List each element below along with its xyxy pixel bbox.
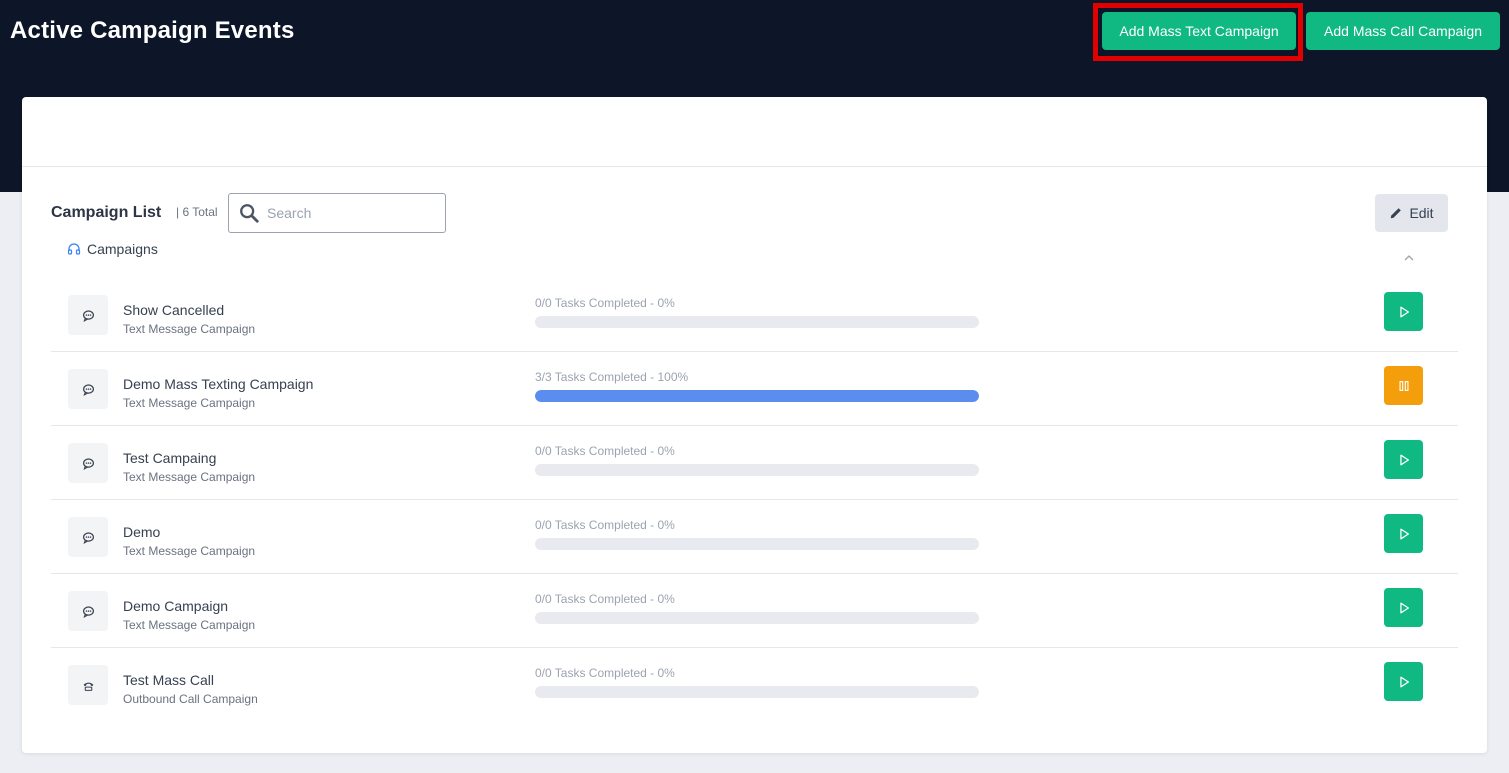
play-button[interactable] <box>1384 514 1423 553</box>
progress-fill <box>535 390 979 402</box>
progress-label: 0/0 Tasks Completed - 0% <box>535 518 675 532</box>
search-icon <box>240 204 259 223</box>
campaign-name[interactable]: Show Cancelled <box>123 302 224 318</box>
campaign-type: Text Message Campaign <box>123 544 256 558</box>
campaign-row[interactable]: Test Campaing Text Message Campaign 0/0 Ta… <box>51 426 1458 500</box>
highlight-annotation-box <box>1093 3 1303 61</box>
play-button[interactable] <box>1384 440 1423 479</box>
play-icon <box>1397 453 1411 467</box>
progress-bar <box>535 686 979 698</box>
message-icon <box>68 443 108 483</box>
campaign-type: Text Message Campaign <box>123 322 256 336</box>
progress-label: 0/0 Tasks Completed - 0% <box>535 592 675 606</box>
play-icon <box>1397 601 1411 615</box>
add-mass-call-campaign-button[interactable]: Add Mass Call Campaign <box>1306 12 1500 50</box>
campaign-name[interactable]: Test Campaing <box>123 450 216 466</box>
campaign-name[interactable]: Demo Campaign <box>123 598 228 614</box>
campaign-name[interactable]: Demo Mass Texting Campaign <box>123 376 313 392</box>
play-button[interactable] <box>1384 292 1423 331</box>
progress-bar <box>535 538 979 550</box>
campaign-row[interactable]: Demo Campaign Text Message Campaign 0/0 Ta… <box>51 574 1458 648</box>
chevron-up-icon[interactable] <box>1403 253 1415 263</box>
play-icon <box>1397 305 1411 319</box>
progress-label: 0/0 Tasks Completed - 0% <box>535 666 675 680</box>
campaign-list-title: Campaign List <box>51 204 162 221</box>
search-input[interactable] <box>267 205 427 221</box>
progress-bar <box>535 464 979 476</box>
message-icon <box>68 591 108 631</box>
headset-icon <box>67 243 81 255</box>
play-icon <box>1397 527 1411 541</box>
campaign-type: Outbound Call Campaign <box>123 692 258 706</box>
campaign-row[interactable]: Demo Text Message Campaign 0/0 Tasks Compl… <box>51 500 1458 574</box>
campaign-type: Text Message Campaign <box>123 470 256 484</box>
campaign-type: Text Message Campaign <box>123 396 256 410</box>
pause-button[interactable] <box>1384 366 1423 405</box>
campaign-type: Text Message Campaign <box>123 618 256 632</box>
pause-icon <box>1397 379 1411 393</box>
campaign-rows: Show Cancelled Text Message Campaign 0/0 T… <box>51 278 1458 722</box>
progress-bar <box>535 316 979 328</box>
progress-bar <box>535 612 979 624</box>
card-divider <box>22 166 1487 167</box>
message-icon <box>68 295 108 335</box>
message-icon <box>68 517 108 557</box>
progress-label: 3/3 Tasks Completed - 100% <box>535 370 689 384</box>
page-title: Active Campaign Events <box>10 17 295 44</box>
progress-label: 0/0 Tasks Completed - 0% <box>535 296 675 310</box>
phone-icon <box>68 665 108 705</box>
campaign-row[interactable]: Show Cancelled Text Message Campaign 0/0 T… <box>51 278 1458 352</box>
edit-button[interactable]: Edit <box>1375 194 1448 232</box>
progress-label: 0/0 Tasks Completed - 0% <box>535 444 675 458</box>
edit-label: Edit <box>1409 205 1434 221</box>
play-button[interactable] <box>1384 662 1423 701</box>
campaigns-group-label: Campaigns <box>87 241 158 257</box>
campaigns-group-header[interactable]: Campaigns <box>66 241 158 257</box>
campaign-row[interactable]: Demo Mass Texting Campaign Text Message C… <box>51 352 1458 426</box>
campaign-name[interactable]: Test Mass Call <box>123 672 214 688</box>
progress-bar <box>535 390 979 402</box>
campaign-card: Campaign List | 6 Total Edit Campaigns S… <box>22 97 1487 753</box>
play-icon <box>1397 675 1411 689</box>
pencil-icon <box>1391 208 1402 219</box>
campaign-row[interactable]: Test Mass Call Outbound Call Campaign 0/0 … <box>51 648 1458 722</box>
search-box[interactable] <box>228 193 446 233</box>
play-button[interactable] <box>1384 588 1423 627</box>
message-icon <box>68 369 108 409</box>
campaign-total-count: | 6 Total <box>176 205 218 219</box>
campaign-name[interactable]: Demo <box>123 524 160 540</box>
